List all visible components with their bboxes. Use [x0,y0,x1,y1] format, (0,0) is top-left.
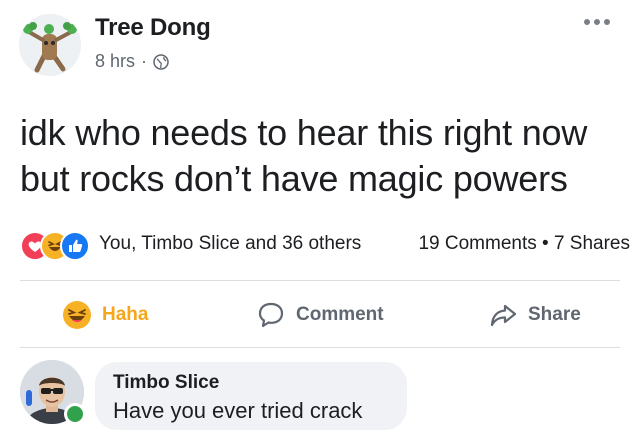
globe-icon[interactable] [153,53,169,70]
post-text: idk who needs to hear this right now but… [20,110,630,202]
comment-button[interactable]: Comment [256,290,384,340]
reactions-summary[interactable]: You, Timbo Slice and 36 others 19 Commen… [20,229,630,261]
online-status-indicator [64,403,86,425]
haha-icon [63,301,91,329]
tree-character-icon [19,14,81,76]
more-options-icon[interactable] [584,14,620,30]
divider [20,280,620,281]
share-button[interactable]: Share [488,290,581,340]
haha-button[interactable]: Haha [62,290,148,340]
author-avatar[interactable] [19,14,81,76]
meta-separator: · [141,51,148,71]
post-author-name[interactable]: Tree Dong [95,14,211,42]
like-reaction-icon [60,231,90,261]
comment-share-counts[interactable]: 19 Comments • 7 Shares [418,233,630,255]
haha-label: Haha [102,304,149,325]
post-timestamp[interactable]: 8 hrs [95,51,135,72]
comment-bubble[interactable]: Timbo Slice Have you ever tried crack [95,362,407,430]
post-meta: 8 hrs · [95,51,169,72]
comment-author[interactable]: Timbo Slice [113,372,219,394]
reaction-icons [20,231,100,261]
post-actions: Haha Comment Share [20,290,620,340]
facebook-post: Tree Dong 8 hrs · idk who needs to hear … [0,0,640,435]
comment-icon [258,302,284,328]
divider [20,347,620,348]
comment-label: Comment [296,304,384,325]
reaction-names[interactable]: You, Timbo Slice and 36 others [99,233,361,255]
comment-text: Have you ever tried crack [113,398,363,423]
share-label: Share [528,304,581,325]
post-text-line: idk who needs to hear this right now [20,112,588,153]
share-icon [490,304,517,327]
post-text-line: but rocks don’t have magic powers [20,158,568,199]
